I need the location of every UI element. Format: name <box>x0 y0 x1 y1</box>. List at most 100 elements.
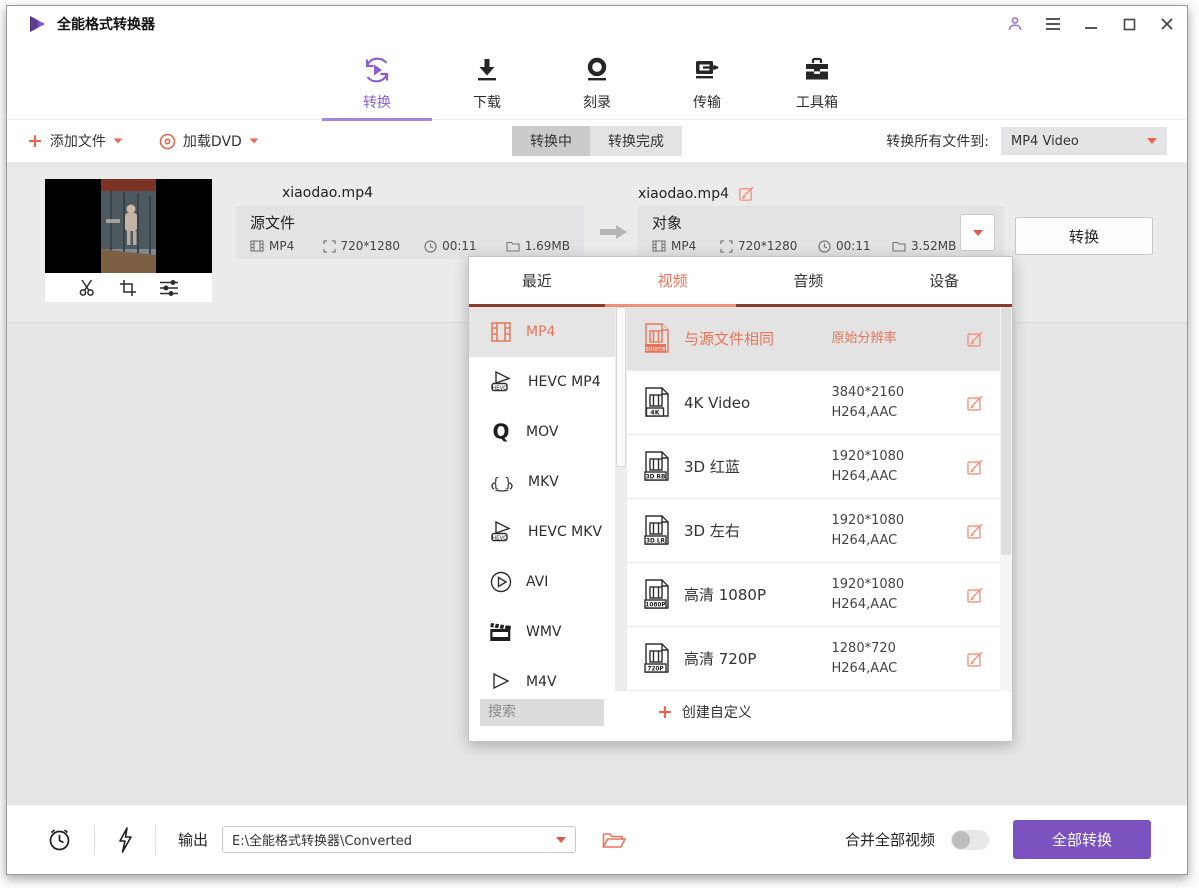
hevc-play-icon: HEVC <box>489 519 515 545</box>
schedule-alarm-icon[interactable] <box>47 827 72 852</box>
quicktime-q-icon: Q <box>489 420 513 444</box>
preset-row-3d-rb[interactable]: 3D RB 3D 红蓝 1920*1080H264,AAC <box>627 435 1000 499</box>
source-size: 1.69MB <box>506 239 570 253</box>
app-title: 全能格式转换器 <box>57 14 155 34</box>
preset-row-1080p[interactable]: 1080P 高清 1080P 1920*1080H264,AAC <box>627 563 1000 627</box>
add-files-label: 添加文件 <box>50 131 106 151</box>
high-speed-icon[interactable] <box>117 827 133 853</box>
nav-tab-burn[interactable]: 刻录 <box>558 42 636 119</box>
nav-tab-download[interactable]: 下载 <box>448 42 526 119</box>
plus-icon: + <box>657 703 673 722</box>
close-button[interactable] <box>1157 14 1177 34</box>
thumbnail-image <box>45 179 212 273</box>
trim-scissors-icon[interactable] <box>78 278 97 297</box>
output-path-select[interactable]: E:\全能格式转换器\Converted <box>222 826 576 853</box>
convert-all-to-caret-icon <box>1147 138 1157 144</box>
preset-specs: 1280*720H264,AAC <box>832 639 967 679</box>
divider <box>94 825 95 855</box>
convert-file-button[interactable]: 转换 <box>1015 217 1153 255</box>
preset-edit-icon[interactable] <box>966 586 984 604</box>
format-list-scrollbar[interactable] <box>615 307 627 691</box>
merge-toggle[interactable] <box>951 830 989 850</box>
panel-tabs: 最近 视频 音频 设备 <box>469 257 1012 307</box>
hevc-play-icon: HEVC <box>489 369 515 395</box>
tab-converting[interactable]: 转换中 <box>512 126 590 156</box>
format-item-mkv[interactable]: { } MKV <box>469 457 615 507</box>
preset-row-source[interactable]: source 与源文件相同 原始分辨率 <box>627 307 1000 371</box>
source-resolution: 720*1280 <box>323 239 425 253</box>
preset-edit-icon[interactable] <box>966 522 984 540</box>
panel-tab-video[interactable]: 视频 <box>605 257 741 304</box>
format-item-mov[interactable]: Q MOV <box>469 407 615 457</box>
preset-name: 3D 左右 <box>684 520 832 541</box>
resolution-icon <box>323 240 336 253</box>
format-item-m4v[interactable]: M4V <box>469 657 615 691</box>
source-filename: xiaodao.mp4 <box>282 185 373 201</box>
effects-sliders-icon[interactable] <box>159 279 179 297</box>
clapperboard-icon <box>489 621 513 643</box>
transfer-icon <box>691 54 723 86</box>
nav-tab-convert[interactable]: 转换 <box>338 42 416 119</box>
target-duration: 00:11 <box>818 239 892 253</box>
format-item-avi[interactable]: AVI <box>469 557 615 607</box>
create-custom-button[interactable]: + 创建自定义 <box>657 702 752 722</box>
panel-tab-audio[interactable]: 音频 <box>741 257 877 304</box>
tab-finished[interactable]: 转换完成 <box>590 126 682 156</box>
svg-text:1080P: 1080P <box>645 602 666 608</box>
preset-file-icon: 3D LR <box>643 514 671 548</box>
preset-row-3d-lr[interactable]: 3D LR 3D 左右 1920*1080H264,AAC <box>627 499 1000 563</box>
target-format: MP4 <box>652 239 720 253</box>
format-search-input[interactable] <box>480 699 604 726</box>
toolbar: + 添加文件 加载DVD 转换中 转换完成 转换所有文件到: MP4 Video <box>7 120 1187 163</box>
preset-edit-icon[interactable] <box>966 458 984 476</box>
format-item-mp4[interactable]: MP4 <box>469 307 615 357</box>
target-format-dropdown-button[interactable] <box>960 214 995 251</box>
target-info-box: 对象 MP4 720*1280 00:11 <box>638 206 1004 259</box>
app-logo-icon <box>27 14 47 34</box>
account-icon[interactable] <box>1005 14 1025 34</box>
preset-edit-icon[interactable] <box>966 650 984 668</box>
nav-tab-toolbox[interactable]: 工具箱 <box>778 42 856 119</box>
merge-all-label: 合并全部视频 <box>845 829 935 850</box>
format-item-hevc-mp4[interactable]: HEVC HEVC MP4 <box>469 357 615 407</box>
crop-icon[interactable] <box>119 279 137 297</box>
preset-edit-icon[interactable] <box>966 394 984 412</box>
preset-edit-icon[interactable] <box>966 330 984 348</box>
output-label: 输出 <box>178 829 208 850</box>
preset-specs: 3840*2160H264,AAC <box>832 383 967 423</box>
open-folder-icon[interactable] <box>602 830 626 849</box>
divider <box>155 825 156 855</box>
convert-all-to-label: 转换所有文件到: <box>886 131 989 151</box>
rename-edit-icon[interactable] <box>738 185 755 202</box>
svg-text:HEVC: HEVC <box>492 535 507 541</box>
add-files-button[interactable]: + 添加文件 <box>27 131 123 151</box>
minimize-button[interactable] <box>1081 14 1101 34</box>
toggle-knob <box>952 831 970 849</box>
preset-list: source 与源文件相同 原始分辨率 4K <box>627 307 1000 691</box>
preset-list-scrollbar[interactable] <box>1000 307 1012 691</box>
main-nav: 转换 下载 刻录 传输 <box>7 42 1187 120</box>
target-resolution: 720*1280 <box>720 239 818 253</box>
target-filename: xiaodao.mp4 <box>638 185 755 202</box>
preset-file-icon: 1080P <box>643 578 671 612</box>
film-icon <box>652 240 666 252</box>
menu-icon[interactable] <box>1043 14 1063 34</box>
format-item-wmv[interactable]: WMV <box>469 607 615 657</box>
nav-tab-transfer[interactable]: 传输 <box>668 42 746 119</box>
format-item-hevc-mkv[interactable]: HEVC HEVC MKV <box>469 507 615 557</box>
load-dvd-button[interactable]: 加载DVD <box>159 131 259 151</box>
panel-tab-recent[interactable]: 最近 <box>469 257 605 304</box>
convert-all-to-select[interactable]: MP4 Video <box>1001 127 1167 155</box>
preset-row-720p[interactable]: 720P 高清 720P 1280*720H264,AAC <box>627 627 1000 691</box>
output-path-caret-icon <box>556 837 566 843</box>
preset-specs: 原始分辨率 <box>832 329 967 349</box>
preset-row-4k[interactable]: 4K 4K Video 3840*2160H264,AAC <box>627 371 1000 435</box>
video-thumbnail[interactable] <box>45 179 212 302</box>
preset-file-icon: 3D RB <box>643 450 671 484</box>
preset-name: 与源文件相同 <box>684 328 832 349</box>
maximize-button[interactable] <box>1119 14 1139 34</box>
preset-file-icon: 4K <box>643 386 671 420</box>
convert-all-button[interactable]: 全部转换 <box>1013 820 1151 859</box>
panel-tab-device[interactable]: 设备 <box>876 257 1012 304</box>
dropdown-caret-icon <box>973 230 983 236</box>
